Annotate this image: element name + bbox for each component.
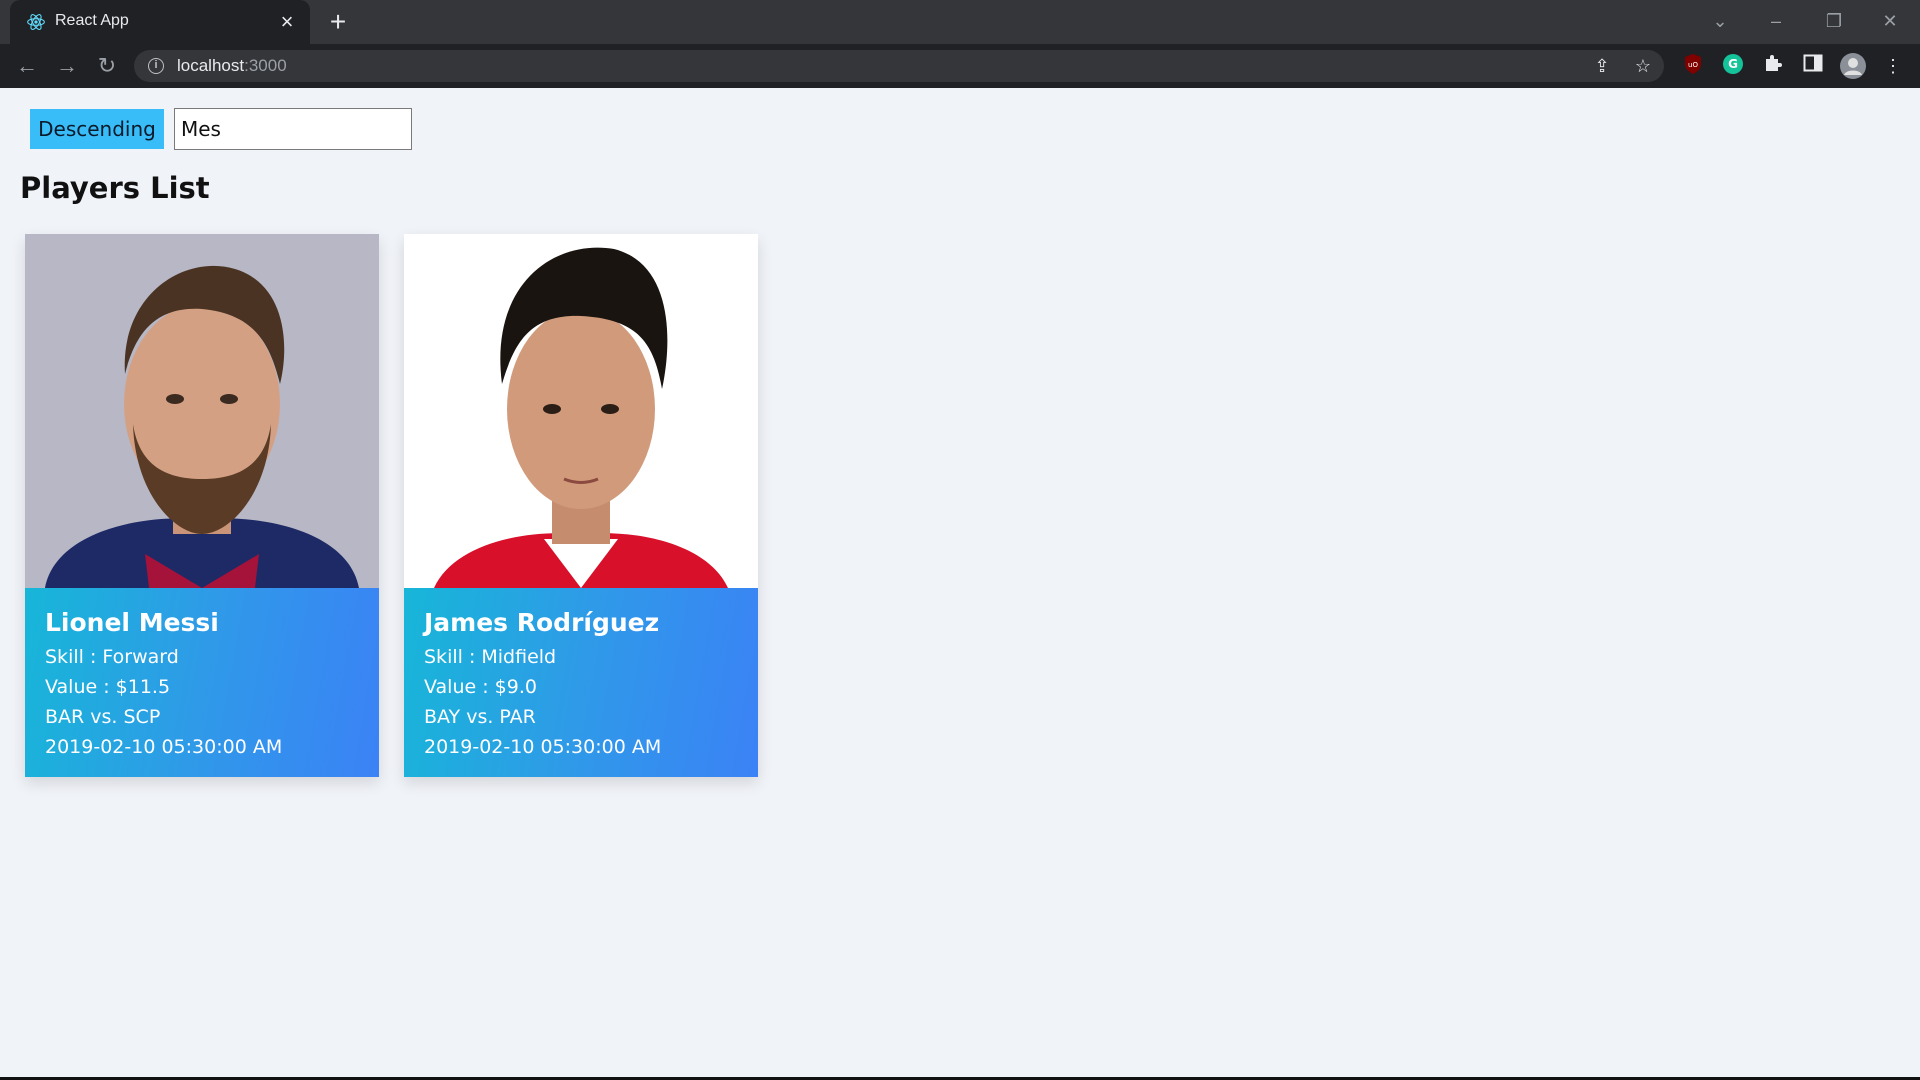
- player-name: James Rodríguez: [424, 608, 660, 637]
- reload-icon[interactable]: ↻: [92, 51, 122, 81]
- forward-icon[interactable]: →: [52, 51, 82, 81]
- tab-search-icon[interactable]: ⌄: [1700, 8, 1740, 34]
- player-datetime: 2019-02-10 05:30:00 AM: [45, 736, 283, 758]
- player-value: Value : $9.0: [424, 676, 537, 698]
- player-skill: Skill : Midfield: [424, 646, 557, 668]
- site-info-icon[interactable]: i: [148, 58, 164, 74]
- minimize-icon[interactable]: –: [1756, 8, 1796, 34]
- player-name: Lionel Messi: [45, 608, 219, 637]
- grammarly-extension-icon[interactable]: G: [1720, 53, 1746, 79]
- extensions-puzzle-icon[interactable]: [1760, 53, 1786, 79]
- profile-avatar-icon[interactable]: [1840, 53, 1866, 79]
- player-match: BAR vs. SCP: [45, 706, 161, 728]
- player-card[interactable]: James Rodríguez Skill : Midfield Value :…: [404, 234, 758, 777]
- page-content: Descending Players List Lionel Messi Ski…: [0, 88, 1920, 1078]
- browser-tab[interactable]: React App ×: [10, 0, 310, 44]
- search-input[interactable]: [174, 108, 412, 150]
- player-value: Value : $11.5: [45, 676, 171, 698]
- svg-text:uO: uO: [1688, 61, 1698, 69]
- url-text[interactable]: localhost:3000: [177, 56, 287, 76]
- share-icon[interactable]: ⇪: [1589, 53, 1615, 79]
- player-datetime: 2019-02-10 05:30:00 AM: [424, 736, 662, 758]
- player-match: BAY vs. PAR: [424, 706, 536, 728]
- close-tab-icon[interactable]: ×: [274, 9, 300, 35]
- side-panel-icon[interactable]: [1800, 53, 1826, 79]
- player-skill: Skill : Forward: [45, 646, 179, 668]
- close-window-icon[interactable]: ✕: [1870, 8, 1910, 34]
- player-info: Lionel Messi Skill : Forward Value : $11…: [25, 588, 379, 777]
- browser-toolbar: ← → ↻ i localhost:3000 ⇪ ☆ uO G ⋮: [0, 44, 1920, 88]
- react-logo-icon: [27, 14, 45, 30]
- tab-title: React App: [55, 12, 129, 29]
- new-tab-icon[interactable]: +: [324, 8, 352, 36]
- browser-menu-icon[interactable]: ⋮: [1880, 53, 1906, 79]
- back-icon[interactable]: ←: [12, 51, 42, 81]
- address-bar[interactable]: i localhost:3000: [134, 50, 1664, 82]
- restore-icon[interactable]: ❐: [1814, 8, 1854, 34]
- player-card[interactable]: Lionel Messi Skill : Forward Value : $11…: [25, 234, 379, 777]
- sort-order-button[interactable]: Descending: [30, 109, 164, 149]
- player-photo: [404, 234, 758, 588]
- svg-text:G: G: [1728, 57, 1738, 71]
- player-info: James Rodríguez Skill : Midfield Value :…: [404, 588, 758, 777]
- page-title: Players List: [20, 171, 210, 205]
- browser-tabbar: React App × + ⌄ – ❐ ✕: [0, 0, 1920, 44]
- ublock-extension-icon[interactable]: uO: [1680, 53, 1706, 79]
- player-photo: [25, 234, 379, 588]
- bookmark-star-icon[interactable]: ☆: [1630, 53, 1656, 79]
